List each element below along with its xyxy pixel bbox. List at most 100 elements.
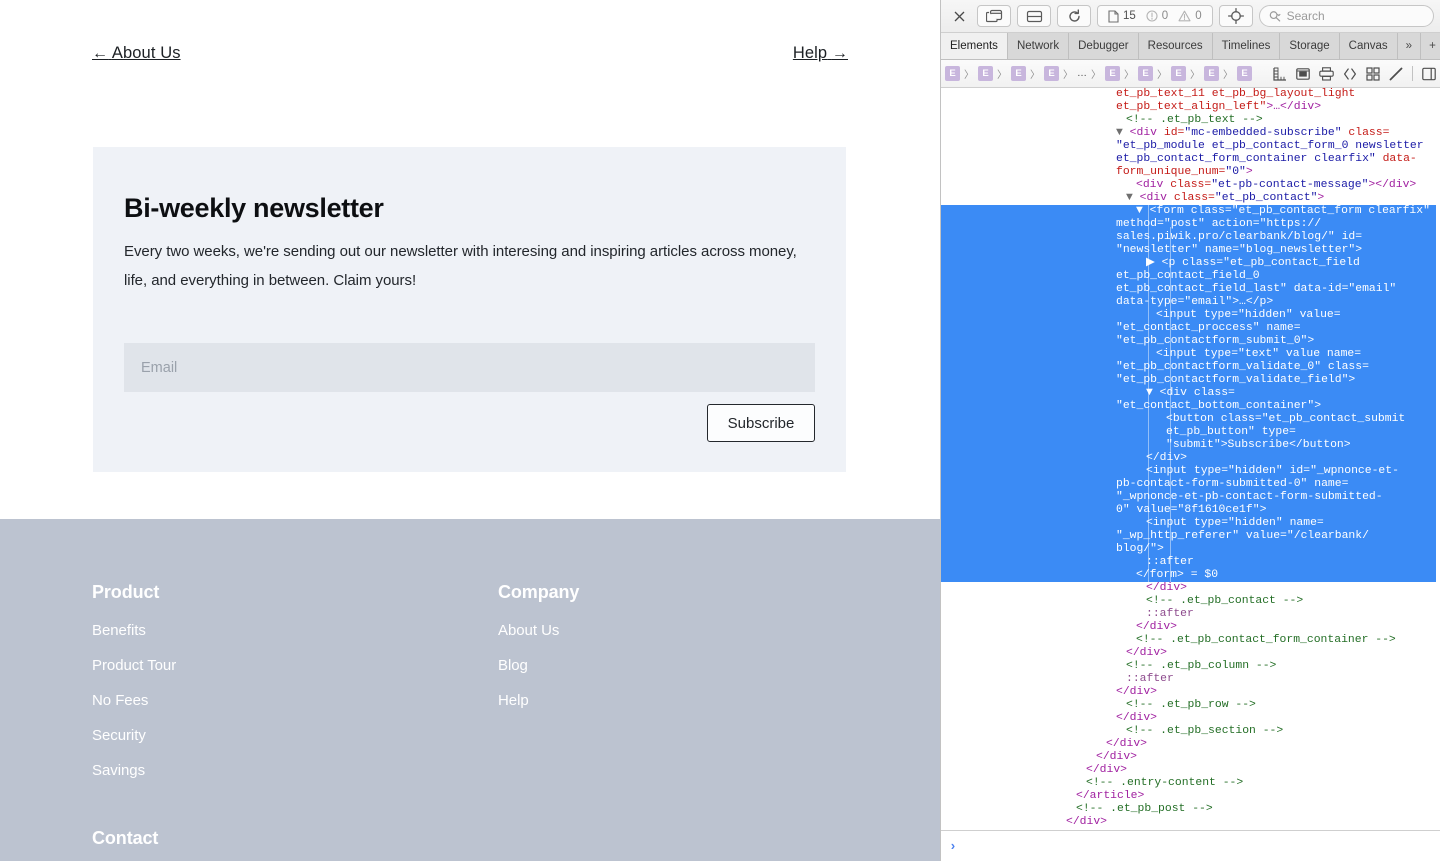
dom-line[interactable]: <button class="et_pb_contact_submit [941, 413, 1436, 426]
error-count-group[interactable]: 0 [1146, 10, 1168, 22]
dock-window-icon[interactable] [977, 5, 1011, 27]
footer-link-help[interactable]: Help [498, 692, 579, 709]
dom-line[interactable]: ▼ <div id="mc-embedded-subscribe" class= [941, 127, 1436, 140]
dom-line[interactable]: <!-- .et_pb_section --> [941, 725, 1436, 738]
close-icon[interactable] [947, 5, 971, 27]
edit-brush-icon[interactable] [1389, 67, 1403, 81]
dom-line[interactable]: method="post" action="https:// [941, 218, 1436, 231]
dom-line[interactable]: ::after [941, 608, 1436, 621]
dom-line[interactable]: et_pb_text_11 et_pb_bg_layout_light [941, 88, 1436, 101]
dom-line[interactable]: <input type="text" value name= [941, 348, 1436, 361]
newsletter-subscribe-button[interactable]: Subscribe [707, 404, 815, 442]
dom-line[interactable]: </div> [941, 712, 1436, 725]
tab-network[interactable]: Network [1008, 33, 1070, 59]
tab-timelines[interactable]: Timelines [1213, 33, 1281, 59]
dom-line[interactable]: <input type="hidden" value= [941, 309, 1436, 322]
dom-line[interactable]: <!-- .et_pb_contact --> [941, 595, 1436, 608]
dom-line[interactable]: </form> = $0 [941, 569, 1436, 582]
breadcrumb-node-1[interactable]: E [945, 66, 960, 81]
dom-line[interactable]: </div> [941, 582, 1436, 595]
newsletter-email-input[interactable] [124, 343, 815, 392]
dom-line[interactable]: "et_pb_contactform_validate_0" class= [941, 361, 1436, 374]
dom-line[interactable]: ▼ <form class="et_pb_contact_form clearf… [941, 205, 1436, 218]
tab-elements[interactable]: Elements [941, 33, 1008, 59]
print-styles-icon[interactable] [1319, 66, 1334, 81]
dom-line[interactable]: ▼ <div class="et_pb_contact"> [941, 192, 1436, 205]
dom-line[interactable]: ▼ <div class= [941, 387, 1436, 400]
search-input[interactable]: Search [1258, 5, 1434, 27]
dom-line[interactable]: <!-- .et_pb_post --> [941, 803, 1436, 816]
dom-line[interactable]: data-type="email">…</p> [941, 296, 1436, 309]
breadcrumb-node-8[interactable]: E [1204, 66, 1219, 81]
footer-link-blog[interactable]: Blog [498, 657, 579, 674]
warning-count-group[interactable]: 0 [1178, 10, 1202, 22]
dom-line[interactable]: "et_contact_bottom_container"> [941, 400, 1436, 413]
dom-line[interactable]: "et_pb_contactform_validate_field"> [941, 374, 1436, 387]
dom-line[interactable]: "et_pb_module et_pb_contact_form_0 newsl… [941, 140, 1436, 153]
tab-storage[interactable]: Storage [1280, 33, 1340, 59]
ruler-icon[interactable] [1273, 67, 1287, 81]
dom-line[interactable]: <!-- .et_pb_contact_form_container --> [941, 634, 1436, 647]
dom-line[interactable]: ::after [941, 556, 1436, 569]
tab-add-button[interactable]: + [1421, 33, 1440, 59]
breadcrumb-node-3[interactable]: E [1011, 66, 1026, 81]
dom-line[interactable]: </div> [941, 452, 1436, 465]
dom-line[interactable]: form_unique_num="0"> [941, 166, 1436, 179]
dom-line[interactable]: </div> [941, 686, 1436, 699]
resource-count-group[interactable]: 15 [1108, 9, 1136, 23]
dom-line[interactable]: et_pb_contact_form_container clearfix" d… [941, 153, 1436, 166]
footer-link-security[interactable]: Security [92, 727, 176, 744]
dom-line[interactable]: "et_pb_contactform_submit_0"> [941, 335, 1436, 348]
toggle-sidebar-icon[interactable] [1422, 67, 1436, 81]
dom-line[interactable]: sales.piwik.pro/clearbank/blog/" id= [941, 231, 1436, 244]
tab-canvas[interactable]: Canvas [1340, 33, 1398, 59]
dom-line[interactable]: </article> [941, 790, 1436, 803]
dom-line[interactable]: et_pb_text_align_left">…</div> [941, 101, 1436, 114]
dom-line[interactable]: ::after [941, 673, 1436, 686]
dom-line[interactable]: "submit">Subscribe</button> [941, 439, 1436, 452]
footer-link-product-tour[interactable]: Product Tour [92, 657, 176, 674]
dom-line[interactable]: </div> [941, 621, 1436, 634]
dock-bottom-icon[interactable] [1017, 5, 1051, 27]
dom-line[interactable]: <!-- .et_pb_column --> [941, 660, 1436, 673]
dom-line[interactable]: </div> [941, 816, 1436, 829]
dom-line[interactable]: </div> [941, 738, 1436, 751]
tab-overflow-button[interactable]: » [1398, 33, 1422, 59]
dom-line[interactable]: </div> [941, 751, 1436, 764]
dom-line[interactable]: <!-- .entry-content --> [941, 777, 1436, 790]
dom-line[interactable]: et_pb_button" type= [941, 426, 1436, 439]
breadcrumb-node-6[interactable]: E [1138, 66, 1153, 81]
reload-icon[interactable] [1057, 5, 1091, 27]
breadcrumb-node-4[interactable]: E [1044, 66, 1059, 81]
pagination-next-link[interactable]: Help → [793, 44, 848, 63]
dom-line[interactable]: </div> [941, 647, 1436, 660]
console-prompt-bar[interactable]: › [941, 830, 1440, 861]
breadcrumb-node-9[interactable]: E [1237, 66, 1252, 81]
footer-link-savings[interactable]: Savings [92, 762, 176, 779]
footer-link-benefits[interactable]: Benefits [92, 622, 176, 639]
dom-line[interactable]: "newsletter" name="blog_newsletter"> [941, 244, 1436, 257]
dom-line[interactable]: et_pb_contact_field_0 [941, 270, 1436, 283]
inspect-target-icon[interactable] [1218, 5, 1253, 27]
dom-line[interactable]: <input type="hidden" id="_wpnonce-et- [941, 465, 1436, 478]
dom-line[interactable]: pb-contact-form-submitted-0" name= [941, 478, 1436, 491]
grid-overlay-icon[interactable] [1366, 66, 1380, 81]
dom-line[interactable]: <!-- .et_pb_row --> [941, 699, 1436, 712]
tab-debugger[interactable]: Debugger [1069, 33, 1139, 59]
pagination-previous-link[interactable]: ← About Us [92, 44, 181, 63]
dom-line[interactable]: 0" value="8f1610ce1f"> [941, 504, 1436, 517]
footer-link-about-us[interactable]: About Us [498, 622, 579, 639]
dom-line[interactable]: </div> [941, 764, 1436, 777]
breadcrumb-node-7[interactable]: E [1171, 66, 1186, 81]
breadcrumb-node-5[interactable]: E [1105, 66, 1120, 81]
dom-line[interactable]: <div class="et-pb-contact-message"></div… [941, 179, 1436, 192]
dom-line[interactable]: et_pb_contact_field_last" data-id="email… [941, 283, 1436, 296]
footer-link-no-fees[interactable]: No Fees [92, 692, 176, 709]
dom-line[interactable]: "_wpnonce-et-pb-contact-form-submitted- [941, 491, 1436, 504]
breadcrumb-node-2[interactable]: E [978, 66, 993, 81]
breadcrumb-ellipsis[interactable]: … [1077, 68, 1087, 79]
code-brackets-icon[interactable] [1343, 67, 1357, 81]
dom-line[interactable]: <!-- .et_pb_text --> [941, 114, 1436, 127]
dom-tree-view[interactable]: et_pb_text_11 et_pb_bg_layout_light et_pb… [941, 88, 1440, 830]
dom-line[interactable]: <input type="hidden" name= [941, 517, 1436, 530]
